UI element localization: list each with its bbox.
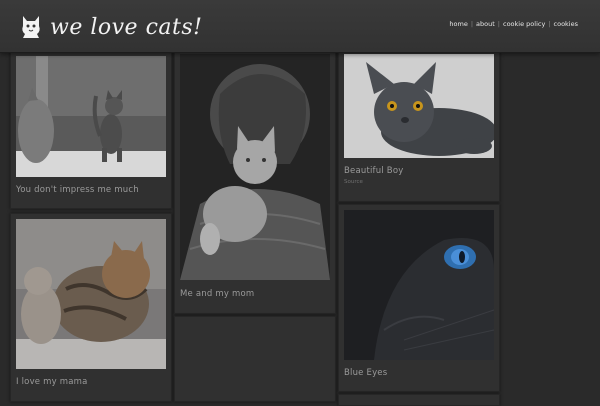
post-photo-grey-cat-lying[interactable] [344, 54, 494, 158]
post-source-link[interactable]: Source [344, 179, 363, 185]
kittens-cuddling-photo [16, 219, 166, 369]
post-photo-two-cats-walking[interactable] [16, 56, 166, 177]
post-card[interactable]: Me and my mom [174, 45, 336, 314]
site-header: we love cats! home | about | cookie poli… [0, 0, 600, 53]
post-card-placeholder[interactable] [338, 394, 500, 406]
nav-cookies-link[interactable]: cookies [554, 20, 578, 28]
post-card-placeholder[interactable] [174, 316, 336, 402]
post-card[interactable]: Blue Eyes [338, 204, 500, 392]
post-card[interactable]: You don't impress me much [10, 45, 172, 209]
post-photo-girl-holding-kitten[interactable] [180, 54, 330, 280]
post-caption[interactable]: I love my mama [16, 377, 88, 387]
post-card[interactable]: Beautiful Boy Source [338, 45, 500, 202]
nav-about-link[interactable]: about [476, 20, 495, 28]
girl-holding-kitten-photo [180, 54, 330, 280]
nav-cookie-policy-link[interactable]: cookie policy [503, 20, 545, 28]
site-title: we love cats! [50, 14, 203, 40]
post-photo-kittens-cuddling[interactable] [16, 219, 166, 369]
post-caption[interactable]: You don't impress me much [16, 185, 139, 195]
nav-home-link[interactable]: home [449, 20, 467, 28]
post-photo-black-cat-blue-eye[interactable] [344, 210, 494, 360]
post-caption[interactable]: Beautiful Boy [344, 166, 403, 176]
nav-separator: | [548, 20, 551, 28]
main-nav: home | about | cookie policy | cookies [449, 20, 578, 28]
nav-separator: | [497, 20, 500, 28]
grey-cat-lying-photo [344, 54, 494, 158]
post-card[interactable]: I love my mama [10, 213, 172, 402]
cats-walking-photo [16, 56, 166, 177]
post-caption[interactable]: Me and my mom [180, 289, 254, 299]
cat-silhouette-icon [22, 16, 40, 38]
site-logo[interactable]: we love cats! [20, 12, 202, 42]
black-cat-blue-eye-photo [344, 210, 494, 360]
post-caption[interactable]: Blue Eyes [344, 368, 387, 378]
nav-separator: | [470, 20, 474, 28]
